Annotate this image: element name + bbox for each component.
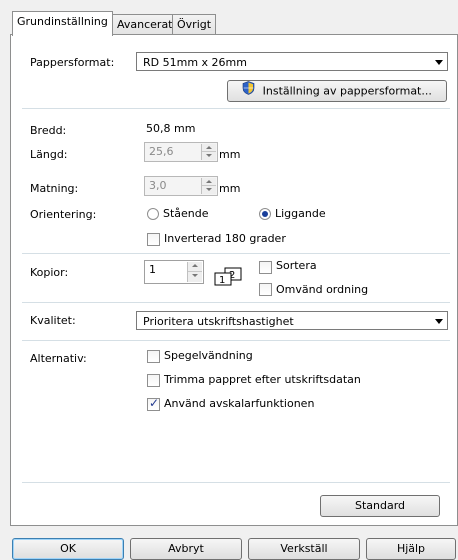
feed-unit: mm: [219, 182, 241, 195]
collate-checkbox[interactable]: [259, 261, 272, 274]
stepper-down-icon[interactable]: [188, 272, 202, 282]
reverse-order-label[interactable]: Omvänd ordning: [276, 283, 368, 296]
svg-text:1: 1: [219, 275, 225, 286]
orientation-label: Orientering:: [30, 208, 97, 221]
quality-select[interactable]: Prioritera utskriftshastighet: [136, 311, 448, 330]
peeler-label[interactable]: Använd avskalarfunktionen: [164, 397, 314, 410]
paper-settings-button[interactable]: Inställning av pappersformat...: [227, 80, 447, 102]
mirror-label[interactable]: Spegelvändning: [164, 349, 253, 362]
cancel-button[interactable]: Avbryt: [130, 538, 242, 560]
landscape-label[interactable]: Liggande: [275, 207, 326, 220]
reverse-order-checkbox[interactable]: [259, 283, 272, 296]
separator: [22, 302, 450, 303]
length-value: 25,6: [149, 145, 174, 158]
chevron-down-icon: [435, 60, 443, 65]
stepper-down-icon[interactable]: [202, 186, 216, 194]
trim-label[interactable]: Trimma pappret efter utskriftsdatan: [164, 373, 361, 386]
portrait-label[interactable]: Stående: [163, 207, 209, 220]
stepper-buttons: [201, 144, 216, 160]
ok-button[interactable]: OK: [12, 538, 124, 560]
copies-label: Kopior:: [30, 266, 69, 279]
stepper-up-icon[interactable]: [188, 262, 202, 272]
separator: [22, 340, 450, 341]
feed-value: 3,0: [149, 179, 167, 192]
stepper-buttons: [187, 262, 202, 282]
separator: [22, 253, 450, 254]
length-stepper[interactable]: 25,6: [144, 142, 218, 162]
chevron-down-icon: [435, 319, 443, 324]
tab-strip: Grundinställning Avancerat Övrigt: [0, 0, 458, 38]
inverted-label[interactable]: Inverterad 180 grader: [164, 232, 286, 245]
length-unit: mm: [219, 148, 241, 161]
collate-pages-icon: 2 1: [213, 267, 247, 290]
separator: [22, 482, 450, 483]
quality-label: Kvalitet:: [30, 314, 76, 327]
inverted-checkbox[interactable]: [147, 233, 160, 246]
shield-icon: [242, 81, 255, 102]
stepper-up-icon[interactable]: [202, 178, 216, 186]
collate-label[interactable]: Sortera: [276, 259, 317, 272]
stepper-up-icon[interactable]: [202, 144, 216, 152]
peeler-checkbox[interactable]: [147, 396, 160, 411]
mirror-checkbox[interactable]: [147, 350, 160, 363]
trim-checkbox[interactable]: [147, 374, 160, 387]
paper-settings-label: Inställning av pappersformat...: [262, 84, 432, 98]
tab-advanced[interactable]: Avancerat: [112, 14, 178, 35]
stepper-buttons: [201, 178, 216, 194]
tab-basic-settings[interactable]: Grundinställning: [12, 11, 113, 36]
feed-stepper[interactable]: 3,0: [144, 176, 218, 196]
copies-stepper[interactable]: 1: [144, 260, 204, 284]
length-label: Längd:: [30, 148, 68, 161]
paper-format-value: RD 51mm x 26mm: [143, 56, 247, 69]
paper-format-select[interactable]: RD 51mm x 26mm: [136, 52, 448, 71]
feed-label: Matning:: [30, 182, 79, 195]
help-button[interactable]: Hjälp: [366, 538, 456, 560]
quality-value: Prioritera utskriftshastighet: [143, 315, 294, 328]
apply-button[interactable]: Verkställ: [248, 538, 360, 560]
landscape-radio[interactable]: [259, 208, 271, 220]
stepper-down-icon[interactable]: [202, 152, 216, 160]
width-value: 50,8 mm: [146, 122, 196, 135]
tab-other[interactable]: Övrigt: [172, 14, 217, 35]
paper-format-label: Pappersformat:: [30, 56, 115, 69]
copies-value: 1: [149, 263, 156, 276]
standard-button[interactable]: Standard: [320, 495, 440, 517]
width-label: Bredd:: [30, 124, 67, 137]
options-label: Alternativ:: [30, 352, 87, 365]
portrait-radio[interactable]: [147, 208, 159, 220]
separator: [22, 108, 450, 109]
